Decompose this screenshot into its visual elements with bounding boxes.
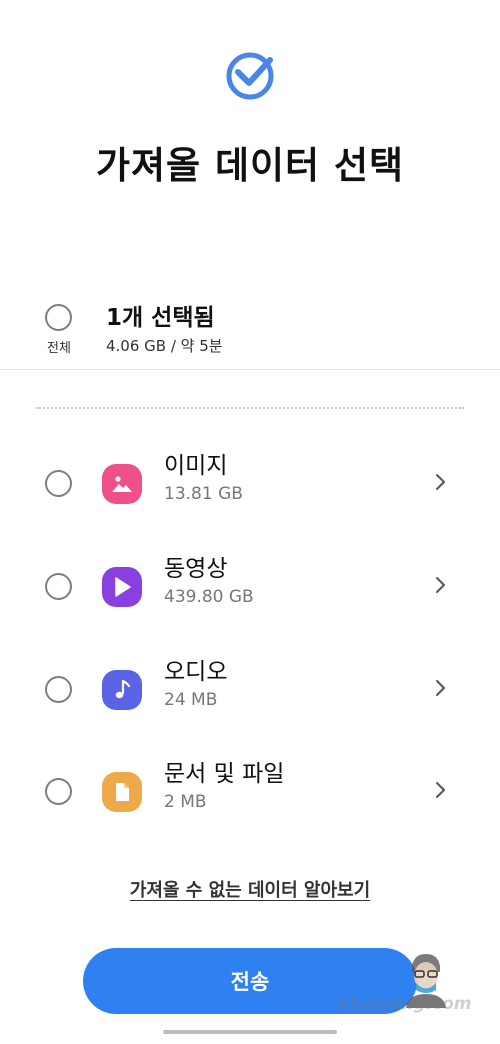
category-size: 24 MB [164,690,218,710]
category-name: 동영상 [164,556,228,582]
category-name: 이미지 [164,453,228,479]
chevron-right-icon[interactable] [432,470,450,494]
images-radio[interactable] [45,470,72,497]
documents-radio[interactable] [45,778,72,805]
category-row-videos[interactable]: 동영상 439.80 GB [0,543,500,633]
category-name: 오디오 [164,659,228,685]
page-title: 가져올 데이터 선택 [95,144,405,187]
category-size: 439.80 GB [164,587,254,607]
music-note-icon [102,670,142,710]
video-play-icon [102,567,142,607]
divider [0,369,500,370]
select-all-radio[interactable] [45,304,72,331]
audio-radio[interactable] [45,676,72,703]
select-all-label: 전체 [47,341,71,356]
unsupported-data-link[interactable]: 가져올 수 없는 데이터 알아보기 [0,876,500,902]
category-row-audio[interactable]: 오디오 24 MB [0,646,500,736]
document-icon [102,772,142,812]
chevron-right-icon[interactable] [432,573,450,597]
watermark-text: khaiyang.com [338,994,472,1014]
selected-count: 1개 선택됨 [106,305,215,331]
category-name: 문서 및 파일 [164,761,285,787]
chevron-right-icon[interactable] [432,778,450,802]
videos-radio[interactable] [45,573,72,600]
category-row-images[interactable]: 이미지 13.81 GB [0,440,500,530]
category-size: 13.81 GB [164,484,243,504]
selected-size-time: 4.06 GB / 약 5분 [106,337,223,355]
dotted-divider [36,407,464,409]
category-row-documents[interactable]: 문서 및 파일 2 MB [0,748,500,838]
chevron-right-icon[interactable] [432,676,450,700]
check-badge-icon [224,50,276,102]
category-size: 2 MB [164,792,207,812]
image-icon [102,464,142,504]
home-indicator[interactable] [163,1030,337,1034]
